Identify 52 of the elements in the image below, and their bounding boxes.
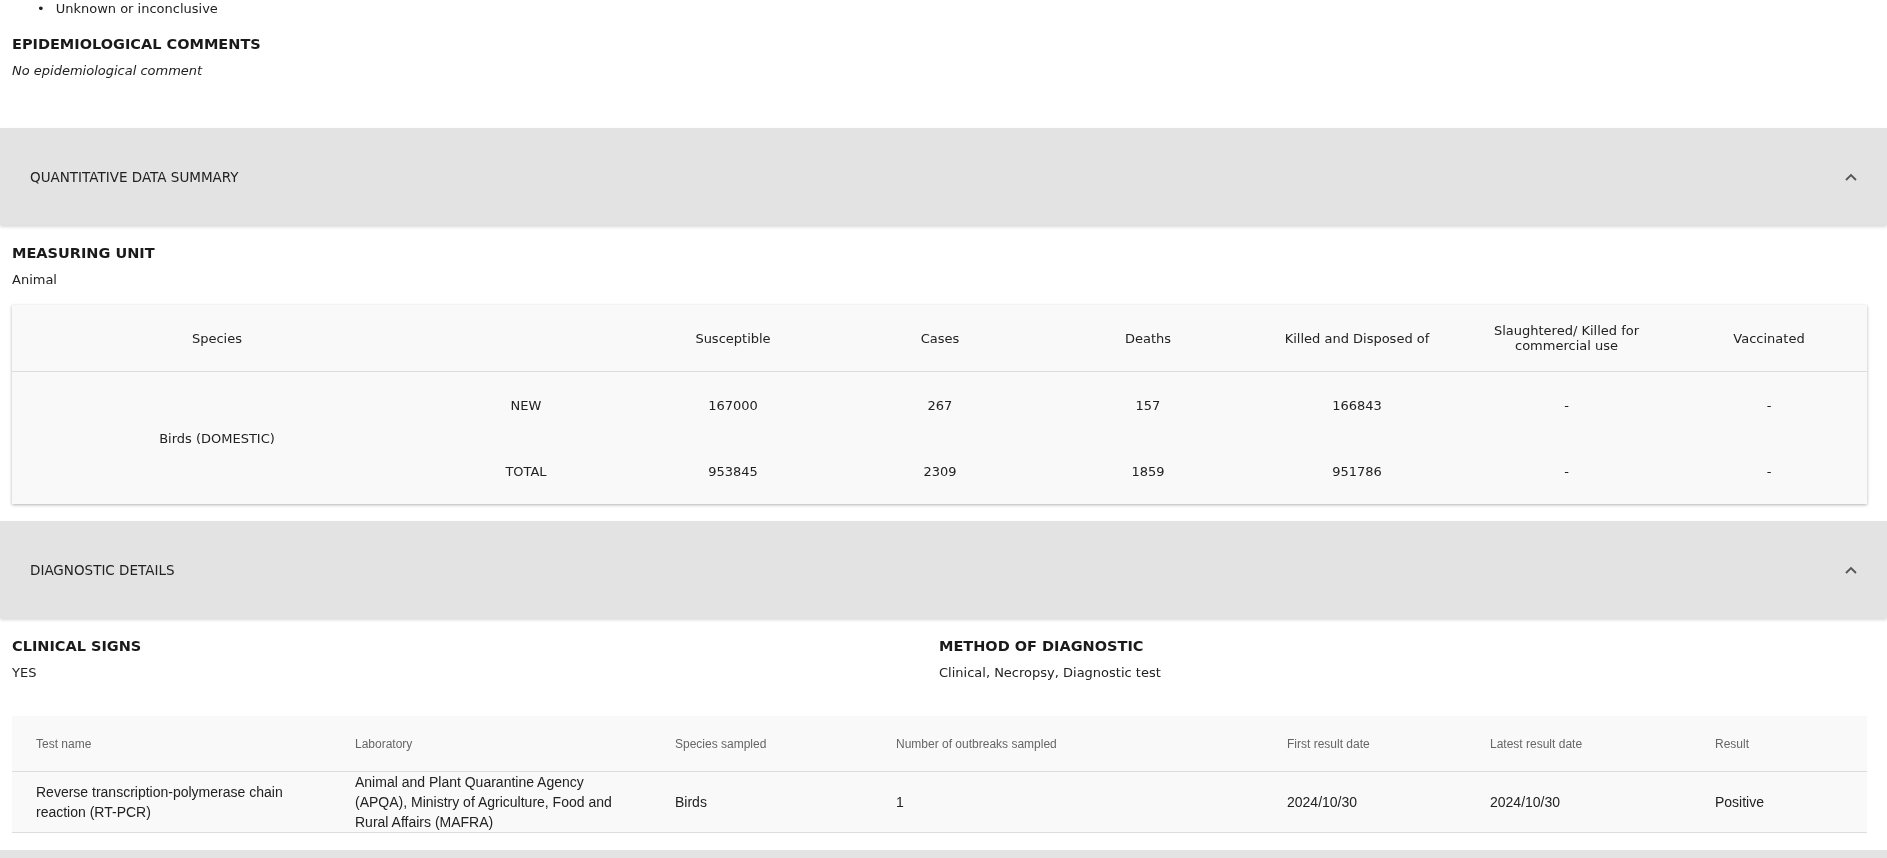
table-cell: Birds xyxy=(651,772,872,833)
table-cell: 2024/10/30 xyxy=(1466,772,1691,833)
list-item: Unknown or inconclusive xyxy=(54,0,219,18)
table-cell-text: NEW xyxy=(509,396,543,415)
chevron-icon xyxy=(1845,172,1857,181)
column-header: Laboratory xyxy=(331,716,651,772)
accordion-header[interactable]: QUANTITATIVE DATA SUMMARY xyxy=(0,128,1887,225)
table-cell-text: 951786 xyxy=(1331,462,1383,481)
table-cell-text: 953845 xyxy=(707,462,759,481)
column-header: Latest result date xyxy=(1466,716,1691,772)
comment-text: No epidemiological comment xyxy=(11,62,203,80)
table-cell: 1 xyxy=(872,772,1263,833)
table-cell: Animal and Plant Quarantine Agency (APQA), Ministry of Agriculture, Food and Rural Affairs (MAFRA) xyxy=(331,772,651,833)
column-header: Vaccinated xyxy=(1671,305,1867,372)
column-header: Susceptible xyxy=(630,305,836,372)
column-header: Cases xyxy=(836,305,1044,372)
table-cell: Reverse transcription-polymerase chain reaction (RT-PCR) xyxy=(12,772,331,833)
field-value: YES xyxy=(11,664,37,682)
table-cell-text: - xyxy=(1563,462,1570,481)
table-cell-text: 2309 xyxy=(922,462,958,481)
field-heading: MEASURING UNIT xyxy=(11,244,155,263)
chevron-icon xyxy=(1845,565,1857,574)
column-header: Slaughtered/ Killed for commercial use xyxy=(1462,305,1671,372)
field-value: Animal xyxy=(11,271,57,289)
bullet-icon: • xyxy=(36,0,46,18)
accordion-title: QUANTITATIVE DATA SUMMARY xyxy=(30,168,239,185)
section-heading: EPIDEMIOLOGICAL COMMENTS xyxy=(11,35,261,54)
table-cell-text: 157 xyxy=(1134,396,1162,415)
column-header: Species xyxy=(12,305,422,372)
table-cell: 2024/10/30 xyxy=(1263,772,1466,833)
table-cell-text: 267 xyxy=(926,396,954,415)
table-cell: Positive xyxy=(1691,772,1867,833)
table-cell-text: - xyxy=(1563,396,1570,415)
accordion-header[interactable]: DIAGNOSTIC DETAILS xyxy=(0,521,1887,618)
table-cell-text: Birds (DOMESTIC) xyxy=(158,429,276,448)
table-cell-text: - xyxy=(1765,396,1773,415)
accordion-title: DIAGNOSTIC DETAILS xyxy=(30,561,175,578)
table-cell-text: 167000 xyxy=(707,396,759,415)
column-header: Species sampled xyxy=(651,716,872,772)
field-heading: CLINICAL SIGNS xyxy=(11,637,142,656)
column-header: Number of outbreaks sampled xyxy=(872,716,1263,772)
column-header: Result xyxy=(1691,716,1867,772)
table-cell-text: - xyxy=(1765,462,1773,481)
table-cell-text: TOTAL xyxy=(504,462,548,481)
column-header: Deaths xyxy=(1044,305,1252,372)
table-cell-text: 1859 xyxy=(1130,462,1166,481)
field-value: Clinical, Necropsy, Diagnostic test xyxy=(938,664,1161,682)
column-header: First result date xyxy=(1263,716,1466,772)
field-heading: METHOD OF DIAGNOSTIC xyxy=(938,637,1144,656)
column-header: Killed and Disposed of xyxy=(1252,305,1462,372)
column-header: Test name xyxy=(12,716,331,772)
table-cell-text: 166843 xyxy=(1331,396,1383,415)
